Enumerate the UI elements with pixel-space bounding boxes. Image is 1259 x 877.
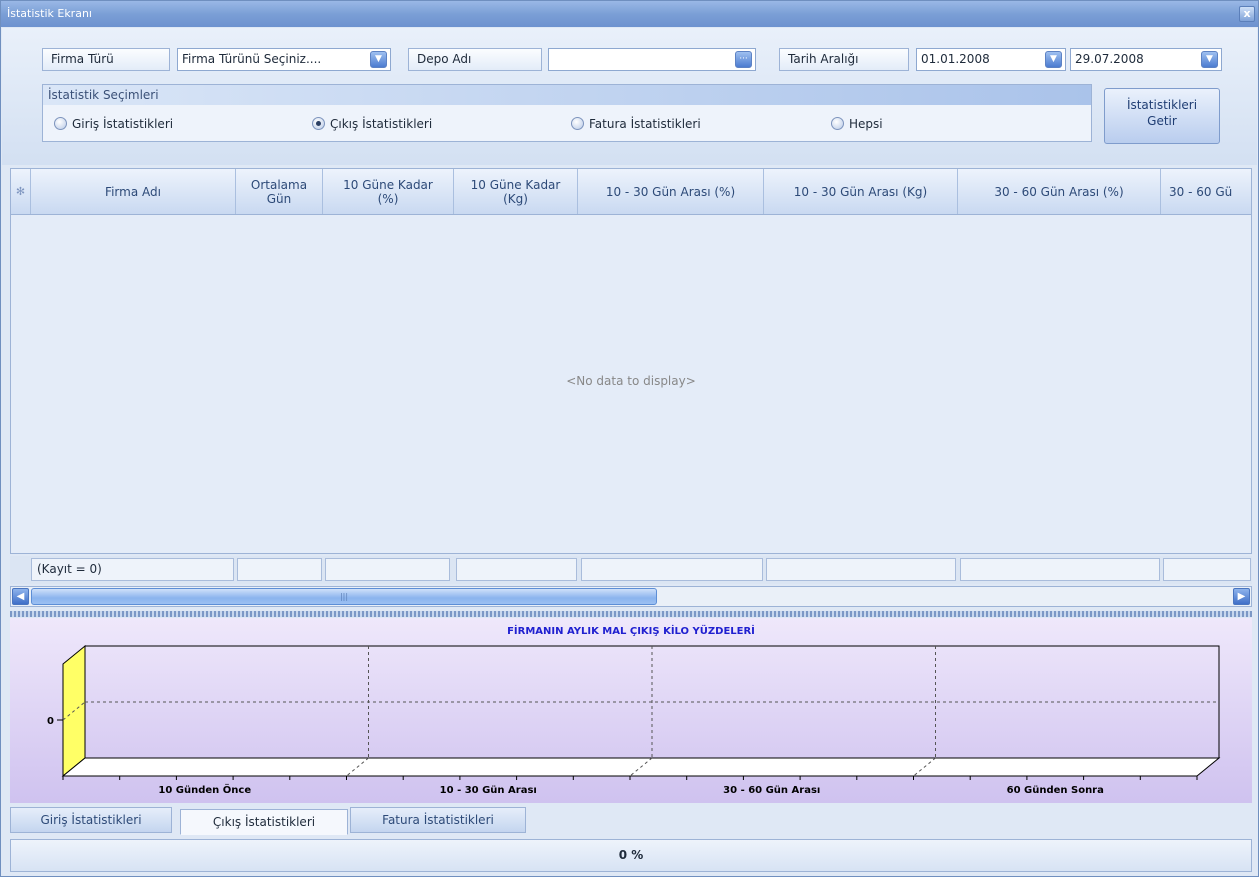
firma-turu-label: Firma Türü [42, 48, 170, 71]
group-title: İstatistik Seçimleri [43, 85, 1091, 105]
radio-label: Çıkış İstatistikleri [330, 117, 433, 131]
grid-footer: (Kayıt = 0) [10, 556, 1252, 584]
new-row-icon[interactable]: ✻ [11, 169, 31, 214]
column-header[interactable]: 10 - 30 Gün Arası (%) [578, 169, 764, 214]
start-date-picker[interactable]: 01.01.2008 ▼ [916, 48, 1066, 71]
column-header-text: 10 - 30 Gün Arası (Kg) [793, 184, 928, 199]
firma-turu-value: Firma Türünü Seçiniz.... [182, 52, 322, 66]
column-header[interactable]: Firma Adı [31, 169, 236, 214]
button-line-2: Getir [1147, 114, 1177, 128]
column-header-text: 10 Güne Kadar [343, 177, 433, 192]
end-date-picker[interactable]: 29.07.2008 ▼ [1070, 48, 1222, 71]
column-header-text: 30 - 60 Gü [1169, 184, 1233, 199]
column-header[interactable]: Ortalama Gün [236, 169, 323, 214]
chevron-down-icon[interactable]: ▼ [370, 51, 387, 68]
footer-cell [960, 558, 1160, 581]
radio-label: Hepsi [849, 117, 883, 131]
tab-fatura[interactable]: Fatura İstatistikleri [350, 807, 526, 833]
button-line-1: İstatistikleri [1126, 98, 1198, 112]
footer-cell [1163, 558, 1251, 581]
tab-giris[interactable]: Giriş İstatistikleri [10, 807, 172, 833]
scroll-left-icon[interactable]: ◀ [12, 588, 29, 605]
splitter[interactable] [10, 611, 1252, 617]
tarih-araligi-label: Tarih Aralığı [779, 48, 909, 71]
column-header-text: (Kg) [503, 191, 528, 206]
statistics-grid: ✻ Firma Adı Ortalama Gün 10 Güne Kadar (%)… [10, 168, 1252, 554]
column-header[interactable]: 10 Güne Kadar (%) [323, 169, 454, 214]
statistics-window: İstatistik Ekranı x Firma Türü Firma Tür… [0, 0, 1259, 877]
chart-canvas: 10 Günden Önce 10 - 30 Gün Arası 30 - 60 G… [47, 644, 1221, 796]
ellipsis-button-icon[interactable]: ··· [735, 51, 752, 68]
column-header-text: Ortalama [250, 177, 308, 192]
column-header-text: (%) [377, 191, 399, 206]
radio-icon[interactable] [571, 117, 584, 130]
depo-adi-field[interactable]: ··· [548, 48, 756, 71]
footer-cell [456, 558, 577, 581]
scroll-right-icon[interactable]: ▶ [1233, 588, 1250, 605]
column-header[interactable]: 30 - 60 Gü [1161, 169, 1251, 214]
radio-label: Fatura İstatistikleri [589, 117, 701, 131]
empty-grid-message: <No data to display> [566, 374, 696, 388]
horizontal-scrollbar[interactable]: ◀ ||| ▶ [10, 586, 1252, 607]
scroll-thumb[interactable]: ||| [31, 588, 657, 605]
column-header[interactable]: 10 Güne Kadar (Kg) [454, 169, 578, 214]
footer-cell [237, 558, 322, 581]
radio-cikis[interactable]: Çıkış İstatistikleri [312, 117, 432, 131]
radio-checked-icon[interactable] [312, 117, 325, 130]
radio-icon[interactable] [54, 117, 67, 130]
radio-fatura[interactable]: Fatura İstatistikleri [571, 117, 701, 131]
radio-hepsi[interactable]: Hepsi [831, 117, 883, 131]
footer-cell [325, 558, 450, 581]
get-statistics-button[interactable]: İstatistikleri Getir [1104, 88, 1220, 144]
column-header-text: 30 - 60 Gün Arası (%) [994, 184, 1124, 199]
column-header-text: Gün [266, 191, 292, 206]
tab-cikis[interactable]: Çıkış İstatistikleri [180, 809, 348, 835]
x-tick-label: 30 - 60 Gün Arası [723, 785, 820, 796]
chart-panel: FİRMANIN AYLIK MAL ÇIKIŞ KİLO YÜZDELERİ … [10, 618, 1252, 803]
column-header-text: 10 Güne Kadar [470, 177, 561, 192]
progress-status: 0 % [10, 839, 1252, 872]
x-tick-label: 10 - 30 Gün Arası [440, 785, 537, 796]
radio-icon[interactable] [831, 117, 844, 130]
end-date-value: 29.07.2008 [1075, 52, 1144, 66]
statistics-selection-group: İstatistik Seçimleri [42, 84, 1092, 142]
close-icon[interactable]: x [1239, 6, 1255, 22]
column-header[interactable]: 30 - 60 Gün Arası (%) [958, 169, 1161, 214]
footer-cell [581, 558, 763, 581]
firma-turu-combo[interactable]: Firma Türünü Seçiniz.... ▼ [177, 48, 391, 71]
start-date-value: 01.01.2008 [921, 52, 990, 66]
radio-giris[interactable]: Giriş İstatistikleri [54, 117, 173, 131]
column-header-text: 10 - 30 Gün Arası (%) [605, 184, 736, 199]
y-tick-label: 0 [47, 716, 54, 727]
x-tick-label: 60 Günden Sonra [1007, 785, 1104, 796]
window-title: İstatistik Ekranı [7, 7, 92, 20]
footer-cell [766, 558, 956, 581]
column-header[interactable]: 10 - 30 Gün Arası (Kg) [764, 169, 958, 214]
filter-panel: Firma Türü Firma Türünü Seçiniz.... ▼ De… [2, 28, 1257, 165]
chevron-down-icon[interactable]: ▼ [1201, 51, 1218, 68]
record-count: (Kayıt = 0) [31, 558, 234, 581]
chevron-down-icon[interactable]: ▼ [1045, 51, 1062, 68]
x-tick-label: 10 Günden Önce [158, 782, 251, 796]
grid-header: ✻ Firma Adı Ortalama Gün 10 Güne Kadar (%)… [11, 169, 1251, 215]
title-bar: İstatistik Ekranı x [1, 1, 1258, 27]
radio-label: Giriş İstatistikleri [72, 117, 174, 131]
column-header-text: Firma Adı [105, 184, 161, 199]
depo-adi-label: Depo Adı [408, 48, 542, 71]
